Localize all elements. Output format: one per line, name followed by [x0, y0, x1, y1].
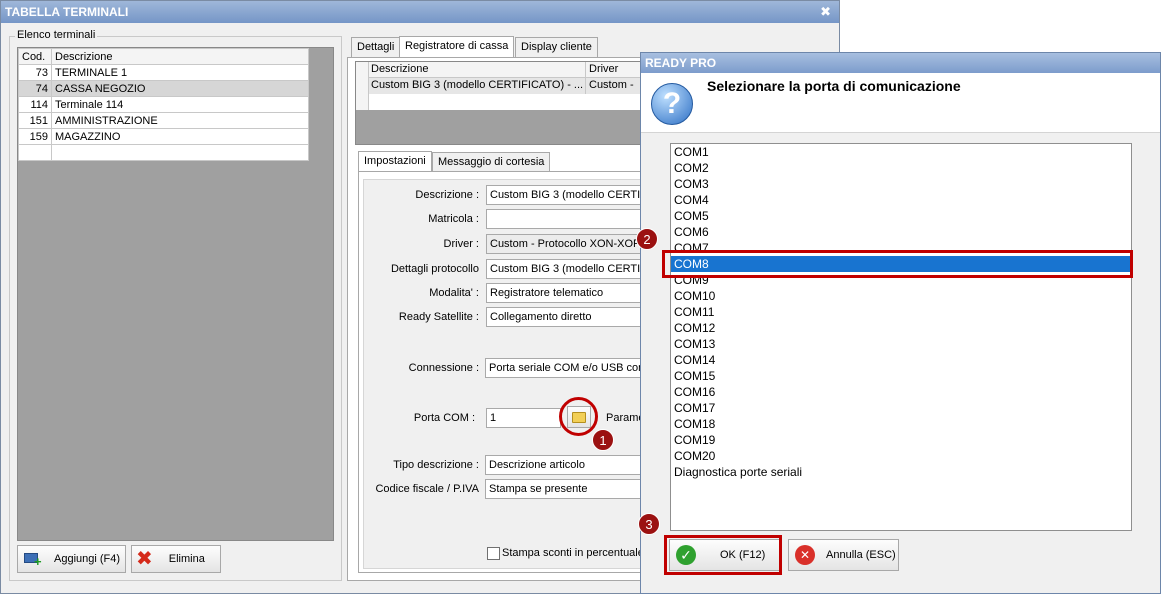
table-row-empty[interactable] — [18, 144, 309, 161]
list-item[interactable]: COM4 — [671, 192, 1131, 208]
terminal-table: Cod. Descrizione 73 TERMINALE 1 74 CASSA… — [18, 48, 309, 161]
list-item[interactable]: COM2 — [671, 160, 1131, 176]
window-title: TABELLA TERMINALI — [5, 5, 129, 19]
column-header-descrizione[interactable]: Descrizione — [371, 63, 428, 75]
list-item[interactable]: COM5 — [671, 208, 1131, 224]
cell-cod: 73 — [18, 64, 52, 81]
tab-display-cliente[interactable]: Display cliente — [515, 37, 598, 57]
highlight-box-com8 — [662, 250, 1133, 278]
matricola-field[interactable] — [486, 209, 644, 229]
step-marker-1: 1 — [592, 429, 614, 451]
tab-dettagli[interactable]: Dettagli — [351, 37, 401, 57]
delete-button[interactable]: ✖ Elimina — [131, 545, 221, 573]
table-row[interactable]: 73 TERMINALE 1 — [18, 64, 309, 81]
modalita-label: Modalita' : — [429, 287, 479, 299]
codice-fiscale-select[interactable]: Stampa se presente — [485, 479, 644, 499]
list-item[interactable]: COM20 — [671, 448, 1131, 464]
list-item[interactable]: COM3 — [671, 176, 1131, 192]
sconti-label: Stampa sconti in percentuale — [502, 547, 644, 559]
cell-cod: 159 — [18, 128, 52, 145]
table-row[interactable]: 151 AMMINISTRAZIONE — [18, 112, 309, 129]
cell-descrizione: TERMINALE 1 — [51, 64, 309, 81]
ready-satellite-select[interactable]: Collegamento diretto — [486, 307, 644, 327]
table-row-empty[interactable] — [369, 94, 646, 110]
cell-descrizione: AMMINISTRAZIONE — [51, 112, 309, 129]
window-titlebar: TABELLA TERMINALI ✖ — [1, 1, 839, 23]
sconti-checkbox[interactable] — [487, 547, 500, 560]
driver-grid[interactable]: Descrizione Driver Custom BIG 3 (modello… — [355, 61, 646, 145]
connessione-label: Connessione : — [408, 362, 479, 374]
list-item[interactable]: COM10 — [671, 288, 1131, 304]
column-header-cod[interactable]: Cod. — [18, 48, 52, 65]
list-item[interactable]: COM6 — [671, 224, 1131, 240]
list-item[interactable]: COM12 — [671, 320, 1131, 336]
step-marker-2: 2 — [636, 228, 658, 250]
dialog-heading: Selezionare la porta di comunicazione — [707, 78, 961, 94]
tab-registratore-di-cassa[interactable]: Registratore di cassa — [399, 36, 515, 57]
close-icon[interactable]: ✖ — [820, 1, 831, 23]
port-listbox[interactable]: COM1 COM2 COM3 COM4 COM5 COM6 COM7 COM8 … — [670, 143, 1132, 531]
driver-label: Driver : — [443, 238, 479, 250]
cell-cod: 151 — [18, 112, 52, 129]
ready-satellite-label: Ready Satellite : — [398, 311, 479, 323]
tipo-descrizione-select[interactable]: Descrizione articolo — [485, 455, 644, 475]
ready-pro-dialog: READY PRO ? Selezionare la porta di comu… — [640, 52, 1161, 594]
cell-descrizione: MAGAZZINO — [51, 128, 309, 145]
terminal-grid[interactable]: Cod. Descrizione 73 TERMINALE 1 74 CASSA… — [17, 47, 334, 541]
list-item[interactable]: COM18 — [671, 416, 1131, 432]
cell-driver: Custom - Pr — [585, 78, 646, 106]
column-header-driver[interactable]: Driver — [585, 62, 618, 78]
porta-com-field[interactable]: 1 — [486, 408, 561, 428]
table-row[interactable]: 114 Terminale 114 — [18, 96, 309, 113]
cancel-button[interactable]: ✕ Annulla (ESC) — [788, 539, 899, 571]
list-item[interactable]: Diagnostica porte seriali — [671, 464, 1131, 480]
delete-button-label: Elimina — [168, 553, 205, 565]
tab-impostazioni[interactable]: Impostazioni — [358, 151, 432, 172]
modalita-select[interactable]: Registratore telematico — [486, 283, 644, 303]
driver-field[interactable]: Custom - Protocollo XON-XOFF — [486, 234, 644, 254]
dettagli-protocollo-field[interactable]: Custom BIG 3 (modello CERTIFI — [486, 259, 644, 279]
question-icon: ? — [651, 83, 693, 125]
cell-cod: 114 — [18, 96, 52, 113]
descrizione-label: Descrizione : — [415, 189, 479, 201]
descrizione-field[interactable]: Custom BIG 3 (modello CERTIFI — [486, 185, 644, 205]
cell-descrizione: CASSA NEGOZIO — [51, 80, 309, 97]
cell-cod: 74 — [18, 80, 52, 97]
list-item[interactable]: COM1 — [671, 144, 1131, 160]
list-item[interactable]: COM17 — [671, 400, 1131, 416]
matricola-label: Matricola : — [428, 213, 479, 225]
cancel-icon: ✕ — [795, 545, 815, 565]
porta-com-label: Porta COM : — [413, 412, 475, 424]
connessione-select[interactable]: Porta seriale COM e/o USB con C — [485, 358, 644, 378]
column-header-descrizione[interactable]: Descrizione — [51, 48, 309, 65]
list-item[interactable]: COM16 — [671, 384, 1131, 400]
list-item[interactable]: COM19 — [671, 432, 1131, 448]
table-row[interactable]: Custom BIG 3 (modello CERTIFICATO) - ...… — [369, 78, 646, 106]
table-row[interactable]: 159 MAGAZZINO — [18, 128, 309, 145]
delete-x-icon: ✖ — [136, 548, 153, 570]
dialog-header: ? Selezionare la porta di comunicazione — [641, 73, 1160, 133]
step-marker-3: 3 — [638, 513, 660, 535]
parametri-label: Parame — [606, 412, 645, 424]
cell-descrizione: Custom BIG 3 (modello CERTIFICATO) - ... — [371, 79, 584, 91]
table-row[interactable]: 74 CASSA NEGOZIO — [18, 80, 309, 97]
list-item[interactable]: COM11 — [671, 304, 1131, 320]
tipo-descrizione-label: Tipo descrizione : — [393, 459, 479, 471]
list-item[interactable]: COM15 — [671, 368, 1131, 384]
highlight-circle — [559, 397, 598, 436]
add-terminal-icon: + — [24, 551, 44, 568]
list-item[interactable]: COM13 — [671, 336, 1131, 352]
cancel-button-label: Annulla (ESC) — [826, 549, 896, 561]
dialog-titlebar: READY PRO — [641, 53, 1160, 73]
add-button[interactable]: + Aggiungi (F4) — [17, 545, 126, 573]
add-button-label: Aggiungi (F4) — [54, 553, 121, 565]
codice-fiscale-label: Codice fiscale / P.IVA — [375, 483, 479, 495]
tab-messaggio-di-cortesia[interactable]: Messaggio di cortesia — [432, 152, 551, 172]
dettagli-protocollo-label: Dettagli protocollo — [390, 263, 479, 275]
terminal-list-label: Elenco terminali — [15, 29, 98, 41]
list-item[interactable]: COM14 — [671, 352, 1131, 368]
highlight-box-ok — [664, 535, 782, 575]
cell-descrizione: Terminale 114 — [51, 96, 309, 113]
